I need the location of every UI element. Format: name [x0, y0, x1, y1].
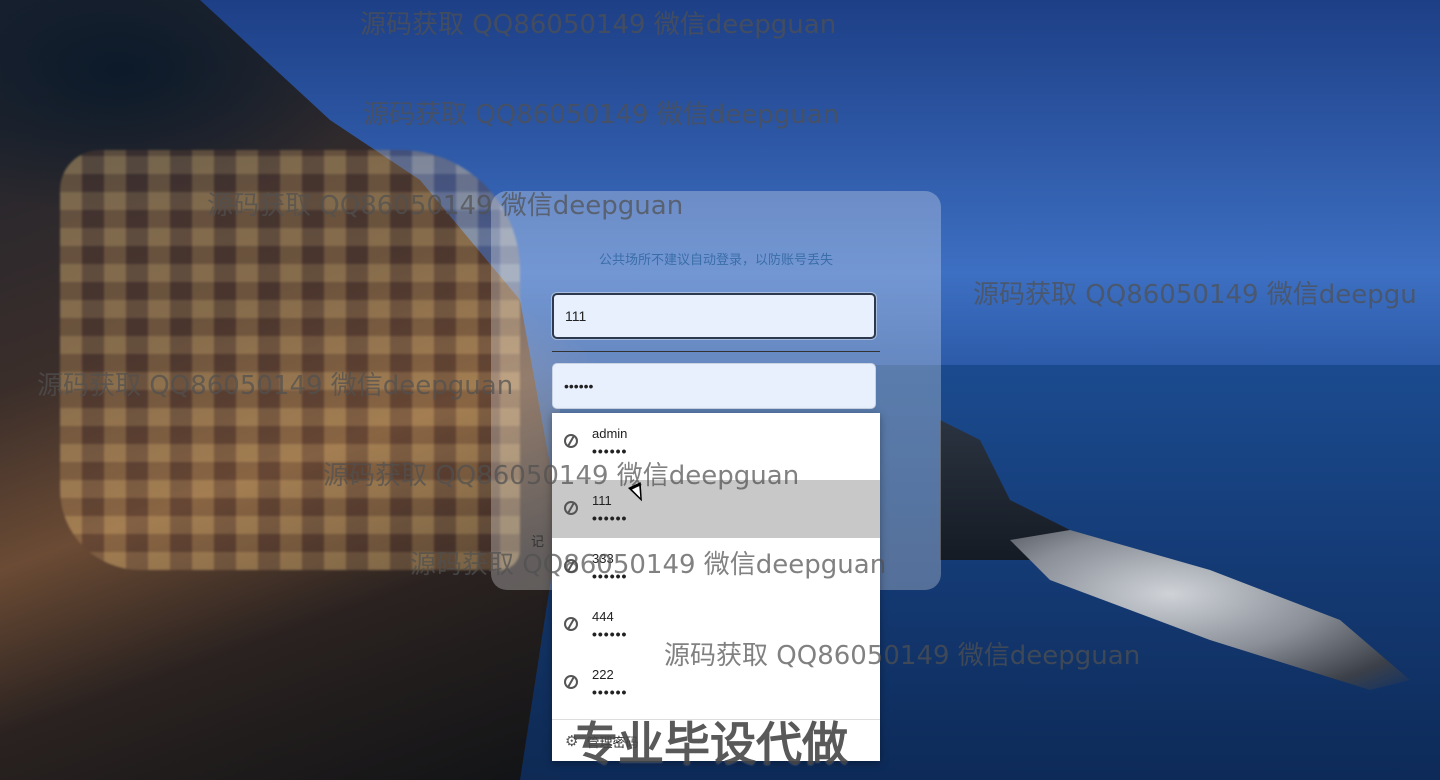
field-divider: [552, 351, 880, 352]
login-tip: 公共场所不建议自动登录，以防账号丢失: [598, 252, 833, 267]
autofill-item[interactable]: 444 ••••••: [552, 596, 880, 654]
autofill-password: ••••••: [592, 684, 628, 700]
autofill-password: ••••••: [592, 568, 628, 584]
autofill-password: ••••••: [592, 443, 628, 459]
key-icon: [564, 501, 578, 515]
autofill-username: 111: [592, 493, 612, 508]
promo-banner: 专业毕设代做: [572, 717, 848, 771]
watermark: 源码获取 QQ86050149 微信deepguan: [360, 10, 837, 40]
autofill-username: 222: [592, 667, 614, 682]
background-houses: [60, 150, 520, 570]
autofill-password: ••••••: [592, 510, 628, 526]
autofill-item[interactable]: 222 ••••••: [552, 654, 880, 712]
key-icon: [564, 617, 578, 631]
autofill-item[interactable]: 333 ••••••: [552, 538, 880, 596]
key-icon: [564, 434, 578, 448]
watermark: 源码获取 QQ86050149 微信deepgu: [973, 280, 1417, 310]
autofill-password: ••••••: [592, 626, 628, 642]
autofill-item[interactable]: admin ••••••: [552, 413, 880, 471]
watermark: 源码获取 QQ86050149 微信deepguan: [363, 100, 840, 130]
key-icon: [564, 675, 578, 689]
autofill-username: admin: [592, 426, 628, 441]
remember-label[interactable]: 记: [531, 531, 544, 550]
autofill-username: 333: [592, 551, 614, 566]
key-icon: [564, 559, 578, 573]
autofill-username: 444: [592, 609, 614, 624]
autofill-item[interactable]: 111 ••••••: [552, 480, 880, 538]
username-input[interactable]: [552, 293, 876, 339]
password-input[interactable]: [552, 363, 876, 409]
